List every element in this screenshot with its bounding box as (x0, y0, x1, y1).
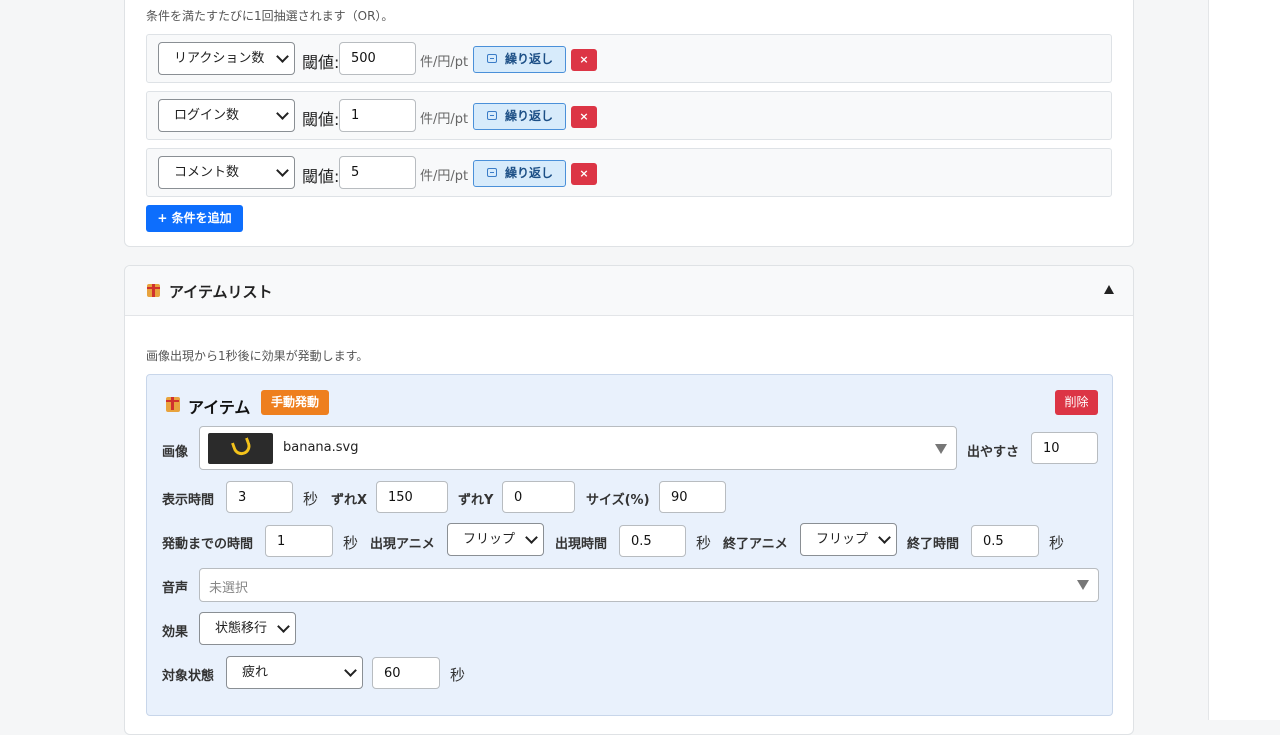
repeat-button-label: 繰り返し (505, 109, 554, 123)
appear-anim-select[interactable]: フリップ (447, 523, 544, 556)
chevron-down-icon (276, 50, 289, 63)
offset-x-label: ずれX (331, 493, 368, 508)
delay-label: 発動までの時間 (162, 537, 254, 552)
conditions-hint: 条件を満たすたびに1回抽選されます（OR）。 (146, 9, 394, 23)
repeat-button-label: 繰り返し (505, 52, 554, 66)
unit-label: 件/円/pt (420, 169, 469, 184)
display-time-label: 表示時間 (162, 493, 215, 508)
condition-type-value: ログイン数 (174, 108, 240, 123)
add-condition-button[interactable]: + 条件を追加 (146, 205, 243, 232)
repeat-button-label: 繰り返し (505, 166, 554, 180)
condition-type-select[interactable]: リアクション数 (158, 42, 295, 75)
condition-row: リアクション数 閾値: 500 件/円/pt 繰り返し × (146, 34, 1112, 83)
image-thumbnail (208, 433, 273, 464)
chevron-down-icon (878, 531, 891, 544)
seconds-unit: 秒 (1049, 534, 1065, 552)
end-time-input[interactable]: 0.5 (971, 525, 1039, 557)
sound-placeholder: 未選択 (209, 581, 249, 596)
seconds-unit: 秒 (303, 490, 319, 508)
image-filename: banana.svg (283, 440, 359, 455)
conditions-card: 条件を満たすたびに1回抽選されます（OR）。 リアクション数 閾値: 500 件… (124, 0, 1134, 247)
end-time-label: 終了時間 (907, 537, 960, 552)
target-state-label: 対象状態 (162, 669, 215, 684)
remove-condition-button[interactable]: × (571, 106, 597, 128)
display-time-input[interactable]: 3 (226, 481, 293, 513)
unit-label: 件/円/pt (420, 55, 469, 70)
chevron-down-icon (276, 107, 289, 120)
condition-type-select[interactable]: ログイン数 (158, 99, 295, 132)
repeat-icon (487, 168, 497, 177)
condition-type-value: コメント数 (174, 165, 240, 180)
chance-label: 出やすさ (967, 445, 1020, 460)
size-label: サイズ(%) (586, 493, 650, 508)
appear-anim-value: フリップ (463, 532, 516, 547)
item-list-header[interactable]: アイテムリスト (125, 266, 1133, 316)
offset-y-label: ずれY (458, 493, 494, 508)
repeat-icon (487, 111, 497, 120)
gift-icon (147, 284, 160, 297)
manual-trigger-badge: 手動発動 (261, 390, 329, 415)
appear-time-input[interactable]: 0.5 (619, 525, 686, 557)
size-input[interactable]: 90 (659, 481, 726, 513)
remove-condition-button[interactable]: × (571, 49, 597, 71)
gift-icon (166, 397, 180, 412)
image-label: 画像 (162, 445, 189, 460)
repeat-icon (487, 54, 497, 63)
seconds-unit: 秒 (450, 666, 466, 684)
offset-y-input[interactable]: 0 (502, 481, 575, 513)
effect-label: 効果 (162, 625, 189, 640)
unit-label: 件/円/pt (420, 112, 469, 127)
dropdown-arrow-icon (1077, 580, 1089, 590)
end-anim-value: フリップ (816, 532, 869, 547)
collapse-icon[interactable] (1104, 285, 1114, 294)
delay-input[interactable]: 1 (265, 525, 333, 557)
item-title: アイテム (188, 398, 251, 417)
delete-item-button[interactable]: 削除 (1055, 390, 1098, 415)
condition-type-value: リアクション数 (174, 51, 265, 66)
chevron-down-icon (277, 620, 290, 633)
sound-label: 音声 (162, 581, 189, 596)
sound-select[interactable]: 未選択 (199, 568, 1099, 602)
end-anim-select[interactable]: フリップ (800, 523, 897, 556)
appear-time-label: 出現時間 (555, 537, 608, 552)
item-list-title: アイテムリスト (169, 283, 273, 301)
condition-row: ログイン数 閾値: 1 件/円/pt 繰り返し × (146, 91, 1112, 140)
dropdown-arrow-icon (935, 444, 947, 454)
seconds-unit: 秒 (343, 534, 359, 552)
repeat-button[interactable]: 繰り返し (473, 103, 566, 130)
repeat-button[interactable]: 繰り返し (473, 46, 566, 73)
chevron-down-icon (344, 664, 357, 677)
remove-condition-button[interactable]: × (571, 163, 597, 185)
offset-x-input[interactable]: 150 (376, 481, 448, 513)
effect-value: 状態移行 (215, 621, 268, 636)
effect-select[interactable]: 状態移行 (199, 612, 296, 645)
seconds-unit: 秒 (696, 534, 712, 552)
item-card: アイテム 手動発動 削除 画像 banana.svg 出やすさ 10 表示時間 … (146, 374, 1113, 716)
chevron-down-icon (525, 531, 538, 544)
condition-type-select[interactable]: コメント数 (158, 156, 295, 189)
repeat-button[interactable]: 繰り返し (473, 160, 566, 187)
threshold-input[interactable]: 1 (339, 99, 416, 132)
target-state-seconds-input[interactable]: 60 (372, 657, 440, 689)
threshold-input[interactable]: 5 (339, 156, 416, 189)
item-list-card: アイテムリスト 画像出現から1秒後に効果が発動します。 アイテム 手動発動 削除… (124, 265, 1134, 735)
end-anim-label: 終了アニメ (723, 537, 788, 552)
item-list-hint: 画像出現から1秒後に効果が発動します。 (146, 349, 369, 363)
right-gutter (1208, 0, 1280, 720)
threshold-label: 閾値: (302, 53, 340, 72)
threshold-label: 閾値: (302, 167, 340, 186)
chevron-down-icon (276, 164, 289, 177)
condition-row: コメント数 閾値: 5 件/円/pt 繰り返し × (146, 148, 1112, 197)
threshold-input[interactable]: 500 (339, 42, 416, 75)
threshold-label: 閾値: (302, 110, 340, 129)
image-select[interactable]: banana.svg (199, 426, 957, 470)
target-state-value: 疲れ (242, 665, 269, 680)
banana-icon (230, 437, 254, 458)
target-state-select[interactable]: 疲れ (226, 656, 363, 689)
appear-anim-label: 出現アニメ (370, 537, 435, 552)
chance-input[interactable]: 10 (1031, 432, 1098, 464)
